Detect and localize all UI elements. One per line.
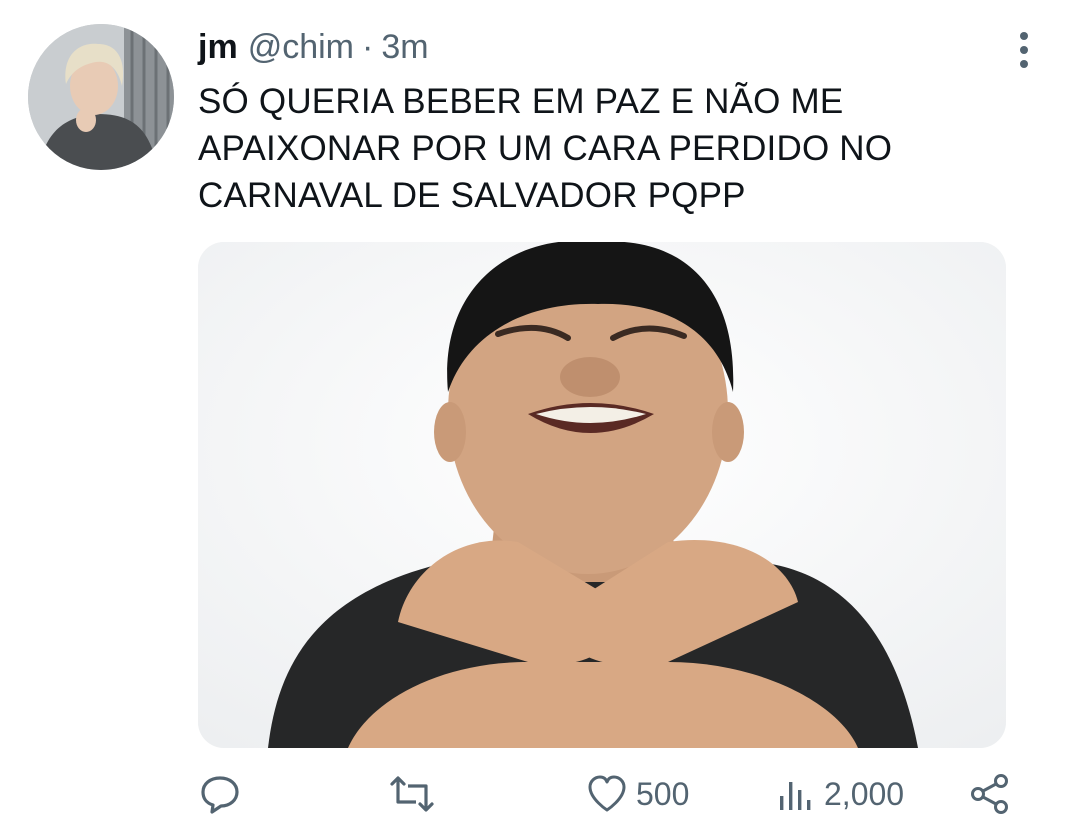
display-name[interactable]: jm <box>198 28 238 67</box>
like-count: 500 <box>636 775 690 812</box>
user-handle[interactable]: @chim <box>248 28 354 67</box>
tweet-text-line: CARNAVAL DE SALVADOR PQPP <box>198 176 746 215</box>
views-button[interactable]: 2,000 <box>776 768 904 820</box>
views-icon <box>780 782 811 810</box>
retweet-icon <box>390 776 434 812</box>
tweet: jm @chim · 3m SÓ QUERIA BEBER EM PAZ E N… <box>0 0 1080 839</box>
retweet-button[interactable] <box>388 768 436 820</box>
reply-icon <box>201 776 239 814</box>
more-vertical-icon <box>1020 32 1028 68</box>
tweet-text: SÓ QUERIA BEBER EM PAZ E NÃO ME APAIXONA… <box>198 78 1018 219</box>
share-icon <box>971 774 1008 814</box>
heart-icon <box>588 775 626 812</box>
avatar[interactable] <box>28 24 174 170</box>
share-button[interactable] <box>968 768 1012 820</box>
reply-button[interactable] <box>198 768 242 820</box>
tweet-text-line: APAIXONAR POR UM CARA PERDIDO NO <box>198 129 893 168</box>
more-options-button[interactable] <box>1012 30 1036 70</box>
views-count: 2,000 <box>824 775 905 812</box>
timestamp[interactable]: 3m <box>381 28 428 67</box>
tweet-media-image[interactable] <box>198 242 1006 748</box>
separator-dot: · <box>362 28 374 66</box>
tweet-actions-bar: 500 2,000 <box>198 768 1028 820</box>
tweet-text-line: SÓ QUERIA BEBER EM PAZ E NÃO ME <box>198 82 844 121</box>
tweet-header: jm @chim · 3m <box>198 28 429 72</box>
like-button[interactable]: 500 <box>586 768 689 820</box>
media-photo <box>198 242 1006 748</box>
avatar-photo <box>28 24 174 170</box>
